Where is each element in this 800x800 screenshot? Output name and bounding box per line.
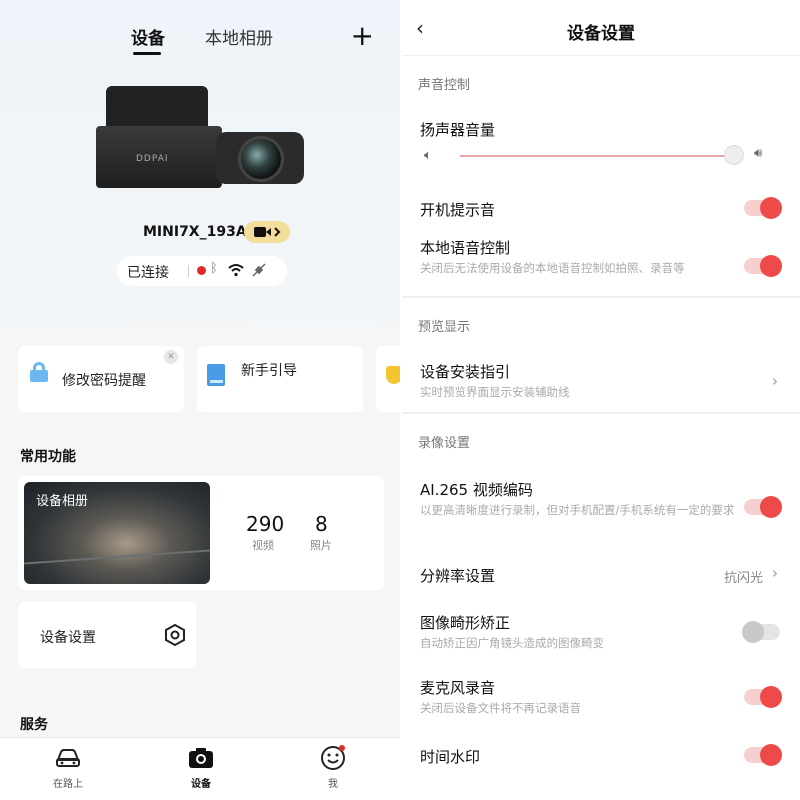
device-settings-label: 设备设置	[40, 630, 96, 646]
nav-device[interactable]: 设备	[171, 744, 231, 790]
video-count-label: 视频	[252, 539, 274, 552]
mic-toggle[interactable]	[744, 686, 782, 708]
resolution-chevron-icon[interactable]: ›	[772, 564, 778, 582]
change-password-label: 修改密码提醒	[62, 373, 146, 389]
car-icon	[56, 749, 80, 767]
device-home-panel: 设备 本地相册 + DDPAI MINI7X_193A 已连接 ᛒ 修改密码提醒…	[0, 0, 400, 800]
speaker-volume-title: 扬声器音量	[420, 121, 496, 139]
device-settings-panel: ‹ 设备设置 声音控制 扬声器音量 🔈︎ 🔊︎ 开机提示音 本地语音控制 关闭后…	[402, 0, 800, 800]
connection-status-pill[interactable]: 已连接 ᛒ	[117, 256, 287, 286]
distortion-subtitle: 自动矫正因广角镜头造成的图像畸变	[420, 636, 604, 650]
dashcam-image: DDPAI	[96, 86, 306, 190]
install-guide-title: 设备安装指引	[420, 363, 511, 381]
book-icon	[207, 364, 225, 386]
album-thumbnail: 设备相册	[24, 482, 210, 584]
startup-sound-toggle[interactable]	[744, 197, 782, 219]
page-title: 设备设置	[567, 24, 635, 44]
shield-icon	[386, 366, 400, 384]
group-preview-title: 预览显示	[418, 320, 471, 335]
beginner-guide-card[interactable]: 新手引导	[197, 346, 363, 412]
album-label: 设备相册	[36, 494, 89, 509]
beginner-guide-label: 新手引导	[241, 363, 297, 379]
video-count: 290	[246, 512, 285, 536]
gps-off-icon	[252, 263, 266, 277]
photo-count-label: 照片	[310, 539, 332, 552]
distortion-toggle[interactable]	[742, 621, 780, 643]
tab-local-album[interactable]: 本地相册	[205, 24, 273, 49]
install-guide-chevron-icon[interactable]: ›	[772, 372, 778, 390]
h265-title: AI.265 视频编码	[420, 481, 533, 499]
group-sound-title: 声音控制	[418, 78, 471, 93]
dashcam-lens	[238, 136, 284, 182]
plus-icon[interactable]: +	[351, 22, 374, 50]
device-name: MINI7X_193A	[143, 224, 247, 240]
close-icon[interactable]: ✕	[164, 350, 178, 364]
distortion-title: 图像畸形矫正	[420, 614, 511, 632]
resolution-value: 抗闪光	[724, 571, 764, 586]
voice-control-title: 本地语音控制	[420, 239, 511, 257]
video-camera-icon	[254, 227, 281, 237]
services-title: 服务	[20, 717, 48, 733]
resolution-title: 分辨率设置	[420, 567, 496, 585]
recording-dot-icon	[197, 266, 206, 275]
volume-slider-track[interactable]	[460, 155, 734, 157]
h265-toggle[interactable]	[744, 496, 782, 518]
speaker-high-icon: 🔊︎	[754, 146, 763, 161]
mic-title: 麦克风录音	[420, 679, 496, 697]
top-tabs: 设备 本地相册 +	[0, 22, 400, 62]
security-card[interactable]	[376, 346, 400, 412]
lock-icon	[30, 362, 48, 382]
smiley-icon	[321, 745, 345, 770]
camera-icon	[189, 748, 213, 768]
nav-me[interactable]: 我	[303, 744, 363, 790]
startup-sound-title: 开机提示音	[420, 201, 496, 219]
group-record-title: 录像设置	[418, 436, 471, 451]
settings-hex-icon	[165, 624, 185, 646]
nav-on-road-label: 在路上	[53, 779, 83, 790]
dashcam-body: DDPAI	[96, 126, 222, 188]
h265-subtitle: 以更高清晰度进行录制，但对手机配置/手机系统有一定的要求	[420, 503, 735, 517]
watermark-toggle[interactable]	[744, 744, 782, 766]
dashcam-lens-housing	[216, 132, 304, 184]
nav-on-road[interactable]: 在路上	[38, 744, 98, 790]
connection-status-label: 已连接	[127, 265, 169, 281]
tab-device[interactable]: 设备	[131, 24, 165, 49]
settings-header: ‹ 设备设置	[402, 0, 800, 56]
device-settings-card[interactable]: 设备设置	[18, 602, 196, 668]
bottom-nav: 在路上 设备 我	[0, 737, 400, 800]
volume-slider-handle[interactable]	[724, 145, 744, 165]
status-separator	[188, 265, 189, 277]
device-album-card[interactable]: 设备相册 290 视频 8 照片	[18, 476, 384, 590]
wifi-icon	[228, 264, 244, 277]
nav-me-label: 我	[328, 779, 338, 790]
voice-control-toggle[interactable]	[744, 255, 782, 277]
speaker-low-icon: 🔈︎	[424, 148, 432, 163]
install-guide-subtitle: 实时预览界面显示安装辅助线	[420, 385, 570, 399]
dashcam-brand: DDPAI	[136, 154, 169, 164]
watermark-title: 时间水印	[420, 748, 481, 766]
tab-underline	[133, 52, 161, 55]
voice-control-subtitle: 关闭后无法使用设备的本地语音控制如拍照、录音等	[420, 261, 685, 275]
bluetooth-icon: ᛒ	[210, 261, 218, 276]
record-badge[interactable]	[244, 221, 290, 243]
nav-device-label: 设备	[191, 779, 211, 790]
common-functions-title: 常用功能	[20, 449, 76, 465]
photo-count: 8	[315, 512, 328, 536]
change-password-card[interactable]: 修改密码提醒 ✕	[18, 346, 184, 412]
mic-subtitle: 关闭后设备文件将不再记录语音	[420, 701, 581, 715]
